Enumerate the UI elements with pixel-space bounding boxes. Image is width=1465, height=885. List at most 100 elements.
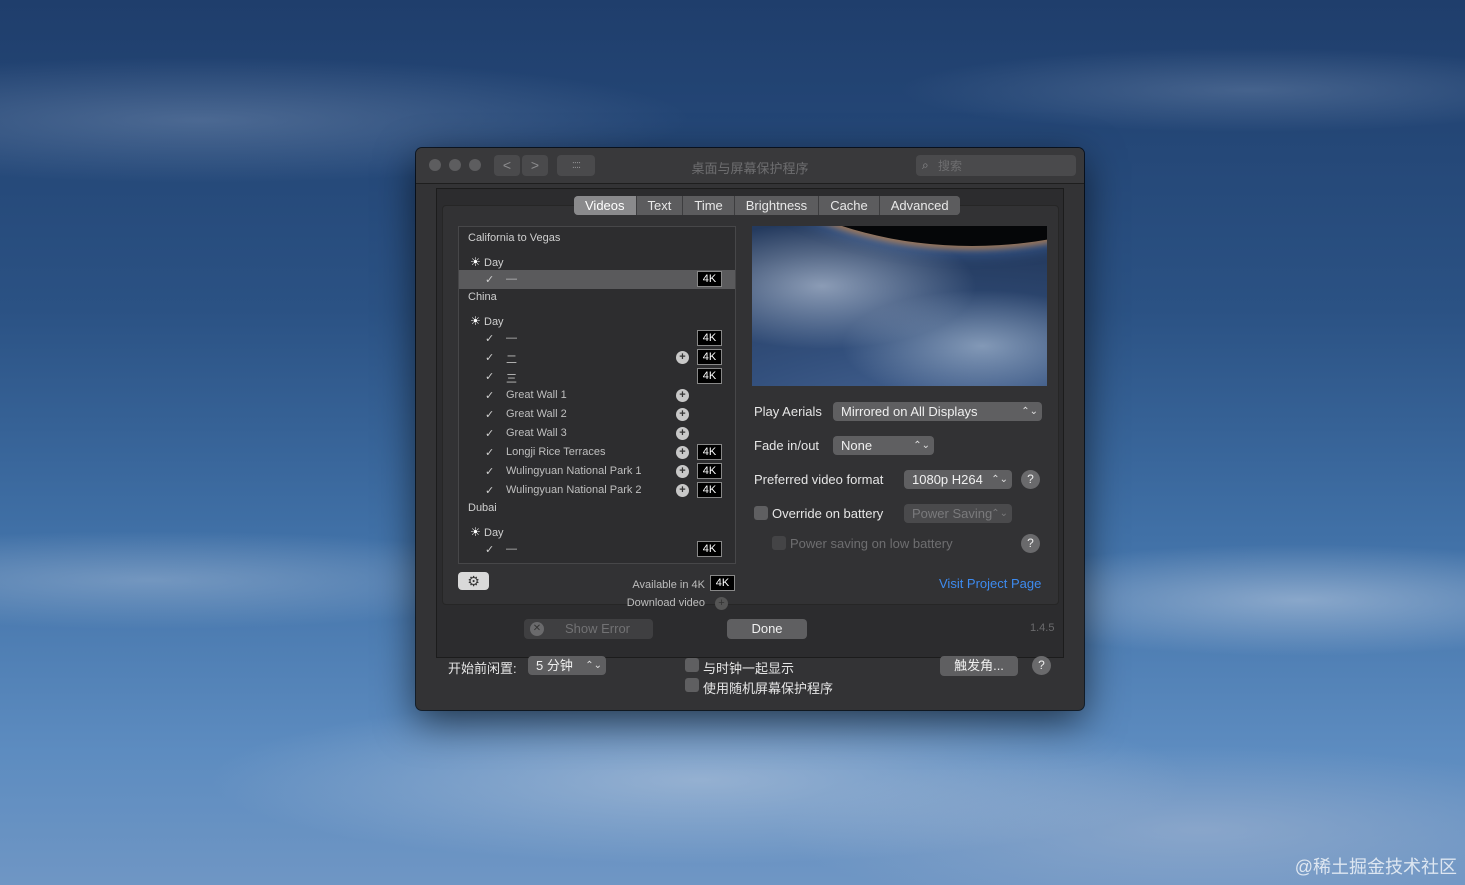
override-battery-checkbox[interactable]	[754, 506, 768, 520]
group-header: California to Vegas	[468, 232, 561, 244]
show-error-button[interactable]: ✕ Show Error	[524, 619, 653, 639]
video-name: 三	[506, 373, 517, 385]
video-format-value: 1080p H264	[912, 472, 983, 487]
gear-icon[interactable]: ⚙	[458, 572, 489, 590]
search-field[interactable]: ⌕	[916, 155, 1076, 176]
video-row[interactable]: ✓ Longji Rice Terraces +4K	[459, 443, 735, 462]
video-format-popup[interactable]: 1080p H264 ⌃⌄	[904, 470, 1012, 489]
fade-label: Fade in/out	[754, 438, 820, 453]
video-row[interactable]: ✓ Great Wall 3 +	[459, 424, 735, 443]
override-battery-value: Power Saving	[912, 506, 993, 521]
download-plus-icon: +	[715, 597, 728, 610]
play-aerials-label: Play Aerials	[754, 404, 822, 419]
tab-cache[interactable]: Cache	[819, 196, 880, 215]
download-plus-icon[interactable]: +	[676, 427, 689, 440]
search-input[interactable]	[938, 157, 1068, 174]
fade-popup[interactable]: None ⌃⌄	[833, 436, 934, 455]
tab-brightness[interactable]: Brightness	[734, 196, 820, 215]
random-screensaver-label: 使用随机屏幕保护程序	[703, 681, 834, 696]
download-plus-icon[interactable]: +	[676, 351, 689, 364]
badge-4k: 4K	[697, 271, 722, 287]
video-row[interactable]: ✓ Great Wall 1 +	[459, 386, 735, 405]
video-checkbox[interactable]: ✓	[485, 484, 494, 497]
format-help-button[interactable]: ?	[1021, 470, 1040, 489]
version-label: 1.4.5	[1030, 622, 1055, 634]
video-name: —	[506, 543, 517, 555]
random-screensaver-checkbox[interactable]	[685, 678, 699, 692]
video-row[interactable]: ✓ — 4K	[459, 329, 735, 348]
override-battery-label: Override on battery	[772, 506, 884, 521]
badge-4k: 4K	[697, 541, 722, 557]
video-checkbox[interactable]: ✓	[485, 543, 494, 556]
video-row[interactable]: ✓ Wulingyuan National Park 2 +4K	[459, 481, 735, 500]
video-checkbox[interactable]: ✓	[485, 427, 494, 440]
video-name: 二	[506, 354, 517, 366]
group-header: Dubai	[468, 502, 497, 514]
video-row[interactable]: ✓ — 4K	[459, 540, 735, 559]
video-checkbox[interactable]: ✓	[485, 446, 494, 459]
download-plus-icon[interactable]: +	[676, 465, 689, 478]
time-of-day-label: Day	[484, 316, 504, 328]
tab-text[interactable]: Text	[636, 196, 684, 215]
help-button[interactable]: ?	[1032, 656, 1051, 675]
sun-icon: ☀	[470, 525, 481, 539]
hot-corners-button[interactable]: 触发角...	[940, 656, 1018, 676]
override-battery-popup[interactable]: Power Saving ⌃⌄	[904, 504, 1012, 523]
video-name: Longji Rice Terraces	[506, 446, 606, 458]
video-checkbox[interactable]: ✓	[485, 351, 494, 364]
download-plus-icon[interactable]: +	[676, 446, 689, 459]
badge-4k: 4K	[697, 349, 722, 365]
video-row[interactable]: ✓ Wulingyuan National Park 1 +4K	[459, 462, 735, 481]
show-clock-checkbox[interactable]	[685, 658, 699, 672]
video-row[interactable]: ✓ — 4K	[459, 270, 735, 289]
show-error-label: Show Error	[564, 621, 631, 636]
close-circle-icon: ✕	[530, 622, 544, 636]
play-aerials-popup[interactable]: Mirrored on All Displays ⌃⌄	[833, 402, 1042, 421]
video-checkbox[interactable]: ✓	[485, 389, 494, 402]
badge-4k: 4K	[697, 444, 722, 460]
idle-popup[interactable]: 5 分钟 ⌃⌄	[528, 656, 606, 675]
download-plus-icon[interactable]: +	[676, 389, 689, 402]
video-name: Great Wall 1	[506, 389, 567, 401]
available-4k-label: Available in 4K	[632, 579, 705, 591]
video-name: —	[506, 332, 517, 344]
tab-videos[interactable]: Videos	[574, 196, 637, 215]
download-plus-icon[interactable]: +	[676, 408, 689, 421]
video-checkbox[interactable]: ✓	[485, 465, 494, 478]
sun-icon: ☀	[470, 255, 481, 269]
video-list[interactable]: California to Vegas ☀ Day ✓ —4K China ☀ Day ✓ —4K…	[458, 226, 736, 564]
video-name: Wulingyuan National Park 2	[506, 484, 642, 496]
video-checkbox[interactable]: ✓	[485, 408, 494, 421]
video-row[interactable]: ✓ Great Wall 2 +	[459, 405, 735, 424]
badge-4k: 4K	[697, 368, 722, 384]
video-row[interactable]: ✓ 三 4K	[459, 367, 735, 386]
sun-icon: ☀	[470, 314, 481, 328]
download-plus-icon[interactable]: +	[676, 484, 689, 497]
time-of-day-label: Day	[484, 527, 504, 539]
download-video-label: Download video	[626, 597, 705, 609]
time-of-day-label: Day	[484, 257, 504, 269]
battery-help-button[interactable]: ?	[1021, 534, 1040, 553]
video-checkbox[interactable]: ✓	[485, 332, 494, 345]
video-checkbox[interactable]: ✓	[485, 273, 494, 286]
video-name: —	[506, 273, 517, 285]
tab-time[interactable]: Time	[683, 196, 735, 215]
video-name: Great Wall 3	[506, 427, 567, 439]
fade-value: None	[841, 438, 873, 453]
tab-bar: Videos Text Time Brightness Cache Advanc…	[574, 196, 960, 215]
video-row[interactable]: ✓ 二 +4K	[459, 348, 735, 367]
screensaver-window: < > :::: 桌面与屏幕保护程序 ⌕ Videos Text Time Br…	[416, 148, 1084, 710]
video-checkbox[interactable]: ✓	[485, 370, 494, 383]
tab-advanced[interactable]: Advanced	[879, 196, 960, 215]
show-clock-label: 与时钟一起显示	[703, 661, 795, 676]
chevron-updown-icon: ⌃⌄	[585, 660, 602, 671]
chevron-updown-icon: ⌃⌄	[1021, 406, 1038, 417]
done-button[interactable]: Done	[727, 619, 807, 639]
low-battery-checkbox[interactable]	[772, 536, 786, 550]
low-battery-label: Power saving on low battery	[790, 536, 953, 551]
available-4k-badge: 4K	[710, 575, 735, 591]
visit-project-link[interactable]: Visit Project Page	[939, 576, 1041, 591]
video-preview	[752, 226, 1047, 386]
idle-value: 5 分钟	[536, 658, 573, 673]
group-header: China	[468, 291, 497, 303]
